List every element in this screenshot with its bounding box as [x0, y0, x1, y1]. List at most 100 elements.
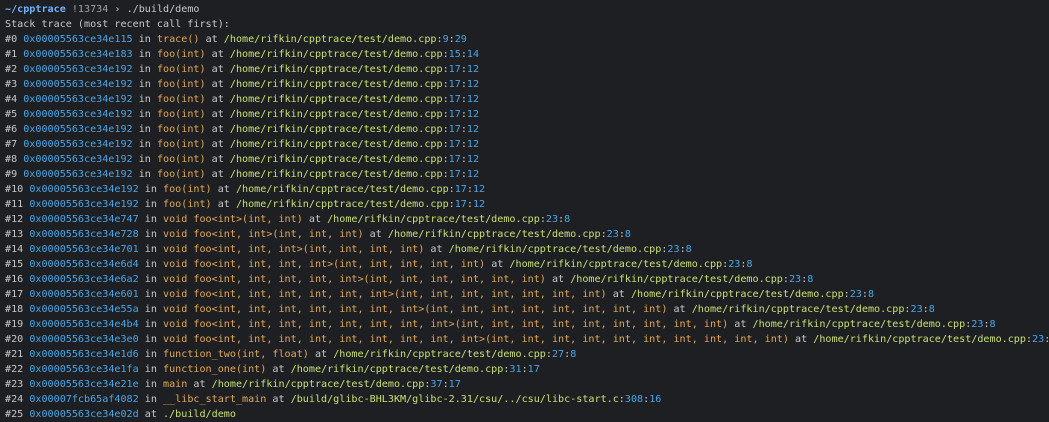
stack-frame-row: #17 0x00005563ce34e601 in void foo<int, … [5, 289, 875, 300]
frame-at-keyword: at [144, 409, 157, 420]
frame-line-number: 17 [448, 154, 461, 165]
frame-in-keyword: in [144, 379, 157, 390]
frame-line-number: 37 [430, 379, 443, 390]
frame-address: 0x00005563ce34e192 [23, 64, 133, 75]
frame-index: #25 [5, 409, 24, 420]
stack-frame-row: #3 0x00005563ce34e192 in foo(int) at /ho… [5, 79, 480, 90]
frame-at-keyword: at [795, 334, 808, 345]
frame-function: void foo<int, int, int, int>(int, int, i… [163, 259, 486, 270]
frame-index: #18 [5, 304, 24, 315]
frame-file-path: /home/rifkin/cpptrace/test/demo.cpp [223, 34, 437, 45]
frame-line-number: 23 [667, 244, 680, 255]
frame-file-path: /home/rifkin/cpptrace/test/demo.cpp [630, 289, 844, 300]
frame-address: 0x00005563ce34e192 [23, 79, 133, 90]
frame-in-keyword: in [144, 289, 157, 300]
frame-file-path: /home/rifkin/cpptrace/test/demo.cpp [327, 214, 540, 225]
frame-line-number: 17 [448, 64, 461, 75]
frame-function: foo(int) [156, 94, 206, 105]
frame-in-keyword: in [144, 364, 157, 375]
frame-index: #17 [5, 289, 24, 300]
frame-index: #21 [5, 349, 24, 360]
frame-column-number: 8 [989, 319, 996, 330]
stack-frame-row: #12 0x00005563ce34e747 in void foo<int>(… [5, 214, 571, 225]
frame-in-keyword: in [144, 304, 157, 315]
frame-line-number: 17 [448, 94, 461, 105]
frame-in-keyword: in [138, 169, 151, 180]
frame-in-keyword: in [138, 154, 151, 165]
frame-file-path: /build/glibc-BHL3KM/glibc-2.31/csu/../cs… [290, 394, 619, 405]
frame-column-number: 12 [466, 109, 480, 120]
frame-line-number: 308 [624, 394, 644, 405]
frame-file-path: /home/rifkin/cpptrace/test/demo.cpp [229, 124, 443, 135]
frame-function: foo(int) [163, 184, 212, 195]
frame-address: 0x00005563ce34e192 [23, 124, 133, 135]
frame-index: #20 [5, 334, 24, 345]
frame-line-number: 17 [448, 139, 461, 150]
frame-file-path: /home/rifkin/cpptrace/test/demo.cpp [229, 94, 443, 105]
frame-at-keyword: at [217, 199, 230, 210]
frame-at-keyword: at [430, 244, 443, 255]
frame-index: #0 [5, 34, 18, 45]
frame-at-keyword: at [491, 259, 504, 270]
frame-address: 0x00005563ce34e192 [23, 109, 133, 120]
frame-column-number: 8 [807, 274, 814, 285]
stack-frame-row: #1 0x00005563ce34e183 in foo(int) at /ho… [5, 49, 480, 60]
stack-frame-row: #2 0x00005563ce34e192 in foo(int) at /ho… [5, 64, 480, 75]
frame-at-keyword: at [673, 304, 686, 315]
frame-file-path: /home/rifkin/cpptrace/test/demo.cpp [229, 64, 443, 75]
frame-function: void foo<int, int, int, int, int, int, i… [163, 304, 668, 315]
frame-column-number: 8 [867, 289, 875, 300]
frame-address: 0x00005563ce34e6a2 [29, 274, 139, 285]
frame-line-number: 17 [454, 184, 467, 195]
frame-line-number: 9 [442, 34, 449, 45]
frame-index: #1 [5, 49, 18, 60]
frame-function: function_one(int) [163, 364, 267, 375]
frame-line-number: 23 [545, 214, 559, 225]
stack-frame-row: #22 0x00005563ce34e1fa in function_one(i… [5, 364, 540, 375]
frame-address: 0x00005563ce34e4b4 [29, 319, 139, 330]
frame-at-keyword: at [272, 394, 285, 405]
frame-in-keyword: in [144, 229, 157, 240]
frame-line-number: 23 [971, 319, 984, 330]
frame-address: 0x00005563ce34e728 [29, 229, 139, 240]
frame-column-number: 12 [466, 64, 480, 75]
frame-file-path: /home/rifkin/cpptrace/test/demo.cpp [235, 184, 449, 195]
frame-at-keyword: at [734, 319, 747, 330]
prompt-command: ./build/demo [126, 4, 200, 15]
frame-column-number: 29 [454, 34, 467, 45]
frame-index: #16 [5, 274, 24, 285]
stack-frame-row: #9 0x00005563ce34e192 in foo(int) at /ho… [5, 169, 480, 180]
stack-frame-row: #21 0x00005563ce34e1d6 in function_two(i… [5, 349, 577, 360]
frame-in-keyword: in [144, 259, 157, 270]
frame-column-number: 12 [472, 184, 486, 195]
frame-address: 0x00005563ce34e601 [29, 289, 139, 300]
frame-line-number: 17 [454, 199, 467, 210]
frame-file-path: /home/rifkin/cpptrace/test/demo.cpp [509, 259, 723, 270]
frame-line-number: 23 [849, 289, 862, 300]
frame-in-keyword: in [144, 319, 157, 330]
frame-index: #19 [5, 319, 24, 330]
frame-function: foo(int) [156, 64, 206, 75]
frame-function: foo(int) [156, 154, 206, 165]
frame-index: #11 [5, 199, 24, 210]
frame-in-keyword: in [138, 109, 151, 120]
frame-line-number: 23 [606, 229, 619, 240]
frame-file-path: ./build/demo [163, 409, 236, 420]
frame-address: 0x00005563ce34e02d [29, 409, 139, 420]
frame-index: #8 [5, 154, 18, 165]
stack-frame-row: #10 0x00005563ce34e192 in foo(int) at /h… [5, 184, 486, 195]
frame-address: 0x00005563ce34e1d6 [29, 349, 139, 360]
frame-at-keyword: at [551, 274, 565, 285]
frame-line-number: 31 [509, 364, 522, 375]
frame-address: 0x00005563ce34e6d4 [29, 259, 139, 270]
frame-index: #23 [5, 379, 24, 390]
stack-frame-row: #16 0x00005563ce34e6a2 in void foo<int, … [5, 274, 814, 285]
frame-index: #24 [5, 394, 24, 405]
frame-file-path: /home/rifkin/cpptrace/test/demo.cpp [448, 244, 662, 255]
frame-in-keyword: in [144, 244, 157, 255]
stack-frame-row: #7 0x00005563ce34e192 in foo(int) at /ho… [5, 139, 480, 150]
frame-function: foo(int) [156, 169, 206, 180]
stack-trace-header: Stack trace (most recent call first): [5, 19, 230, 30]
stack-frame-row: #24 0x00007fcb65af4082 in __libc_start_m… [5, 394, 662, 405]
frame-index: #6 [5, 124, 18, 135]
